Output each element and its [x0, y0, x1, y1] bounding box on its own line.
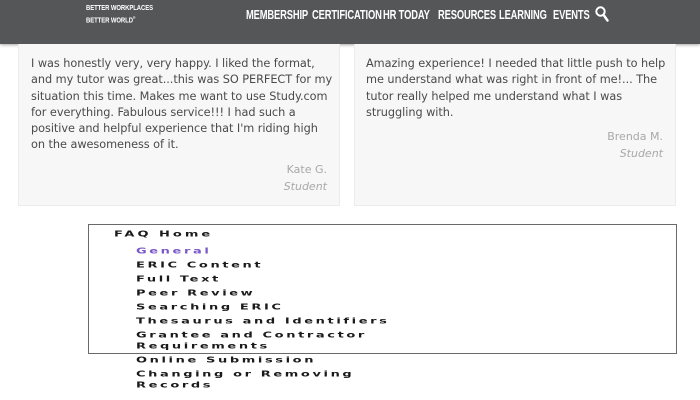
faq-home-title[interactable]: FAQ Home	[114, 229, 213, 240]
nav-item-hr-today[interactable]: HR TODAY	[383, 7, 430, 22]
nav-item-learning[interactable]: LEARNING	[499, 7, 547, 22]
testimonial-card: Amazing experience! I needed that little…	[354, 44, 676, 206]
testimonial-quote: I was honestly very, very happy. I liked…	[31, 57, 333, 152]
testimonial-role: Student	[619, 147, 663, 160]
faq-link-eric-content[interactable]: ERIC Content	[136, 260, 263, 271]
nav-item-events[interactable]: EVENTS	[553, 7, 590, 22]
logo[interactable]: BETTER WORKPLACES BETTER WORLD®	[86, 4, 165, 25]
faq-link-online-submission[interactable]: Online Submission	[136, 355, 316, 366]
testimonial-card: I was honestly very, very happy. I liked…	[18, 44, 340, 206]
faq-link-thesaurus[interactable]: Thesaurus and Identifiers	[136, 316, 389, 327]
faq-link-searching-eric[interactable]: Searching ERIC	[136, 302, 284, 313]
testimonial-author: Brenda M.	[607, 130, 663, 143]
faq-link-general[interactable]: General	[136, 246, 211, 257]
testimonial-author: Kate G.	[286, 163, 327, 176]
top-navbar: BETTER WORKPLACES BETTER WORLD® MEMBERSH…	[0, 0, 700, 44]
faq-link-full-text[interactable]: Full Text	[136, 274, 221, 285]
faq-link-changing-removing[interactable]: Changing or Removing	[136, 369, 354, 380]
search-icon[interactable]	[595, 6, 609, 22]
nav-item-resources[interactable]: RESOURCES	[438, 7, 496, 22]
testimonial-quote: Amazing experience! I needed that little…	[366, 57, 666, 119]
testimonial-role: Student	[283, 180, 327, 193]
faq-link-grantee-contractor[interactable]: Grantee and Contractor	[136, 330, 367, 341]
faq-link-requirements[interactable]: Requirements	[136, 341, 270, 352]
nav-item-membership[interactable]: MEMBERSHIP	[246, 7, 308, 22]
logo-tagline-1: BETTER WORKPLACES	[86, 5, 153, 12]
logo-tagline-2: BETTER WORLD®	[86, 15, 136, 25]
faq-link-records[interactable]: Records	[136, 380, 213, 391]
faq-link-peer-review[interactable]: Peer Review	[136, 288, 255, 299]
nav-item-certification[interactable]: CERTIFICATION	[312, 7, 382, 22]
